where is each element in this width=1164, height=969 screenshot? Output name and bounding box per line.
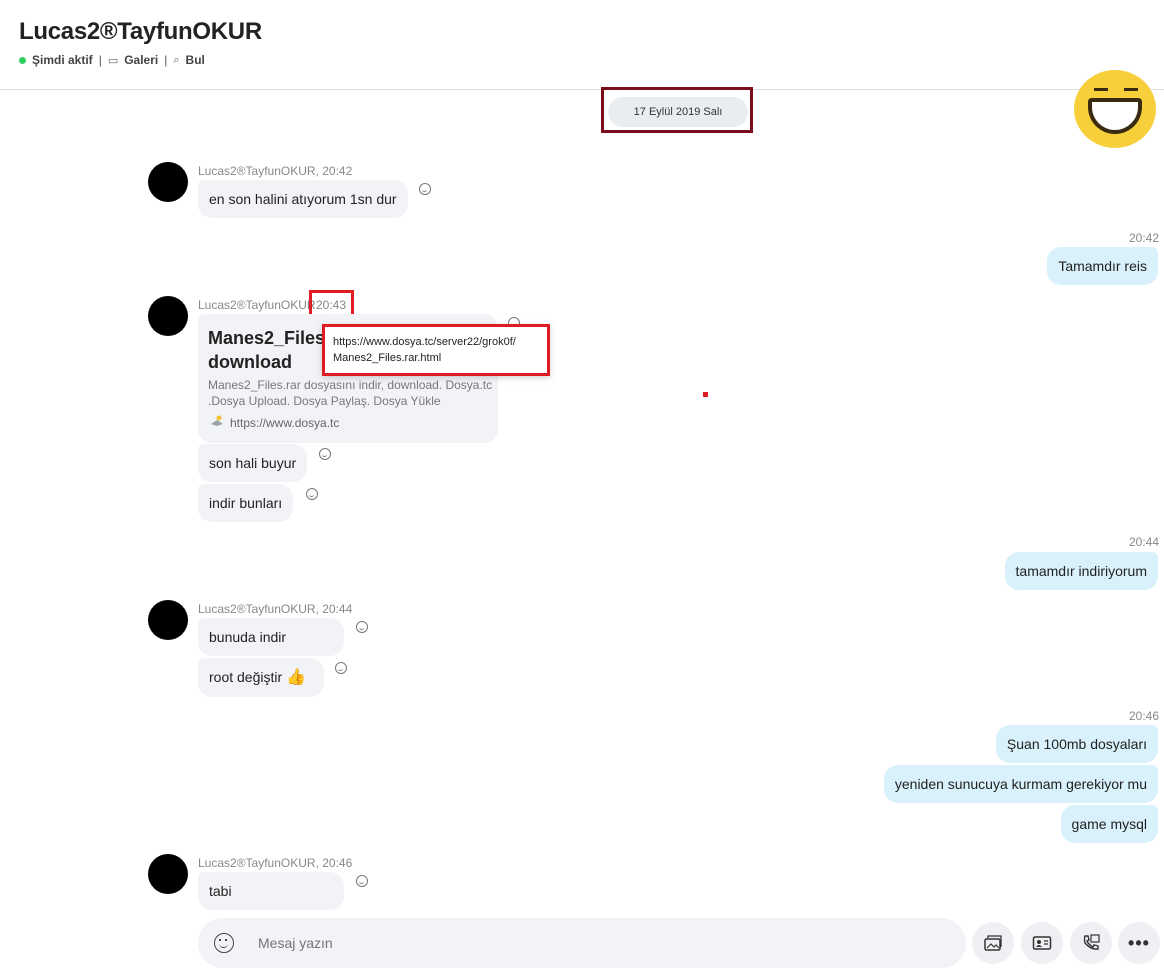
- highlight-box-date: [601, 87, 753, 133]
- avatar[interactable]: [148, 854, 188, 894]
- incoming-message[interactable]: son hali buyur: [198, 444, 308, 482]
- find-link[interactable]: Bul: [186, 53, 205, 67]
- separator: |: [98, 53, 102, 67]
- smiley-react-icon[interactable]: [419, 183, 431, 195]
- online-status-dot: [19, 56, 26, 64]
- emoji-mouth: [1088, 98, 1142, 134]
- avatar[interactable]: [148, 162, 188, 202]
- emoji-eye: [1094, 88, 1108, 91]
- contact-card-icon: [1032, 936, 1052, 950]
- media-button[interactable]: [972, 922, 1014, 964]
- message-sender-time: Lucas2®TayfunOKUR, 20:42: [198, 164, 353, 178]
- schedule-call-button[interactable]: [1070, 922, 1112, 964]
- link-title-line: download: [208, 352, 292, 372]
- thumbs-up-emoji: 👍: [286, 669, 306, 686]
- red-marker-dot: [703, 392, 708, 397]
- grinning-emoji-sticker: [1074, 70, 1156, 148]
- smiley-react-icon[interactable]: [356, 875, 368, 887]
- chat-header: Lucas2®TayfunOKUR Şimdi aktif | ▭ Galeri…: [0, 0, 1164, 90]
- message-time: 20:46: [1129, 709, 1160, 723]
- outgoing-message[interactable]: tamamdır indiriyorum: [1004, 552, 1158, 590]
- tooltip-line: https://www.dosya.tc/server22/grok0f/: [333, 336, 516, 348]
- gallery-icon[interactable]: ▭: [108, 54, 118, 67]
- header-subbar: Şimdi aktif | ▭ Galeri | ⌕ Bul: [19, 53, 205, 67]
- tooltip-line: Manes2_Files.rar.html: [333, 352, 442, 364]
- outgoing-message[interactable]: yeniden sunucuya kurmam gerekiyor mu: [883, 765, 1158, 803]
- url-tooltip: https://www.dosya.tc/server22/grok0f/ Ma…: [322, 324, 550, 376]
- incoming-message[interactable]: indir bunları: [198, 484, 294, 522]
- smiley-react-icon[interactable]: [306, 488, 318, 500]
- chat-title[interactable]: Lucas2®TayfunOKUR: [19, 18, 262, 46]
- more-icon: •••: [1128, 932, 1150, 953]
- message-sender-time: Lucas2®TayfunOKUR, 20:46: [198, 856, 353, 870]
- message-time: 20:44: [1129, 535, 1160, 549]
- message-text: root değiştir: [209, 669, 283, 685]
- link-title-line: Manes2_Files.: [208, 328, 331, 348]
- smiley-react-icon[interactable]: [356, 621, 368, 633]
- search-icon[interactable]: ⌕: [173, 54, 179, 67]
- emoji-picker-icon[interactable]: [214, 933, 234, 953]
- more-button[interactable]: •••: [1118, 922, 1160, 964]
- incoming-message[interactable]: tabi: [198, 872, 344, 910]
- smiley-react-icon[interactable]: [335, 662, 347, 674]
- avatar[interactable]: [148, 600, 188, 640]
- status-text: Şimdi aktif: [32, 53, 93, 67]
- link-preview-title[interactable]: Manes2_Files. download: [208, 326, 331, 374]
- incoming-message[interactable]: bunuda indir: [198, 618, 344, 656]
- schedule-call-icon: [1083, 934, 1100, 950]
- gallery-link[interactable]: Galeri: [124, 53, 158, 67]
- site-favicon-icon: [211, 415, 223, 426]
- link-preview-url[interactable]: https://www.dosya.tc: [230, 416, 339, 430]
- link-preview-description: Manes2_Files.rar dosyasını indir, downlo…: [208, 378, 493, 408]
- message-sender-time: Lucas2®TayfunOKUR, 20:44: [198, 602, 353, 616]
- media-icon: [984, 935, 1002, 951]
- message-time: 20:42: [1129, 231, 1160, 245]
- message-sender: Lucas2®TayfunOKUR: [198, 298, 316, 312]
- outgoing-message[interactable]: Şuan 100mb dosyaları: [995, 725, 1158, 763]
- incoming-message[interactable]: en son halini atıyorum 1sn dur: [198, 180, 408, 218]
- outgoing-message[interactable]: game mysql: [1060, 805, 1158, 843]
- avatar[interactable]: [148, 296, 188, 336]
- contact-button[interactable]: [1021, 922, 1063, 964]
- separator: |: [164, 53, 168, 67]
- outgoing-message[interactable]: Tamamdır reis: [1047, 247, 1158, 285]
- emoji-eye: [1124, 88, 1138, 91]
- message-input[interactable]: [258, 918, 938, 968]
- incoming-message[interactable]: root değiştir 👍: [198, 658, 324, 697]
- smiley-react-icon[interactable]: [319, 448, 331, 460]
- message-composer: [198, 918, 966, 968]
